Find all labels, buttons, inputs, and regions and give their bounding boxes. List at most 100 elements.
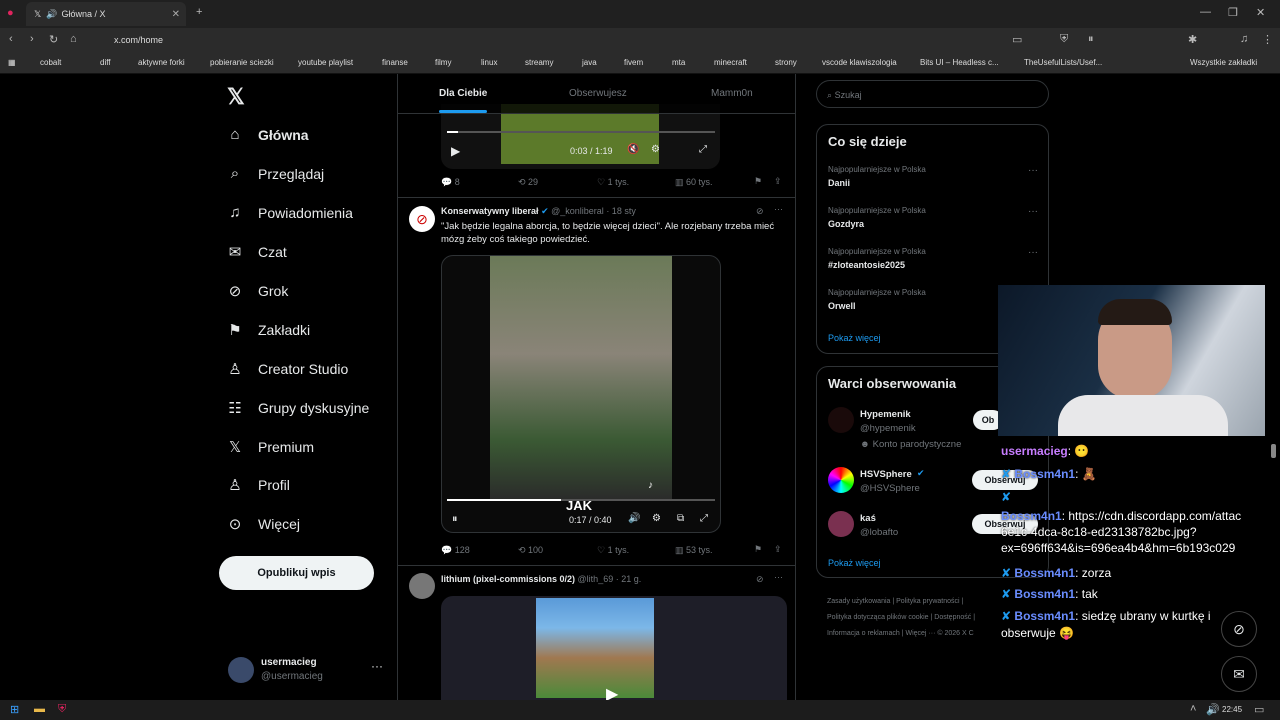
show-more-link[interactable]: Pokaż więcej [828,558,881,568]
tab-following[interactable]: Obserwujesz [569,88,627,99]
more-icon[interactable]: ··· [774,572,783,582]
windows-start-icon[interactable]: ⊞ [10,703,19,716]
browser-taskbar-icon[interactable]: ⛨ [58,703,66,716]
maximize-icon[interactable]: ❐ [1228,6,1238,19]
bookmark-item[interactable]: vscode klawiszologia [822,58,897,67]
avatar[interactable] [409,573,435,599]
video-player[interactable]: JAK ♪ ⏸ 0:17 / 0:40 🔊 ⚙ ⧉ ⤢ [441,255,721,533]
notifications-tray-icon[interactable]: ▭ [1254,703,1264,716]
nav-more[interactable]: ⊙ Więcej [226,515,300,533]
grok-icon[interactable]: ⊘ [756,574,764,585]
settings-icon[interactable]: ⚙ [652,513,661,524]
avatar[interactable]: ⊘ [409,206,435,232]
shield-icon[interactable]: ⛨ [1060,33,1068,46]
close-tab-icon[interactable]: ✕ [172,9,180,20]
bookmark-item[interactable]: filmy [435,58,451,67]
search-input[interactable]: ⌕ Szukaj [816,80,1049,108]
menu-icon[interactable]: ⋮ [1262,33,1273,46]
grok-icon[interactable]: ⊘ [756,206,764,217]
repost-button[interactable]: ⟲ 29 [518,177,538,188]
expand-icon[interactable]: ⤢ [699,144,707,155]
bookmark-icon[interactable]: ⚑ [754,544,762,555]
url-field[interactable]: x.com/home [88,31,1088,49]
bookmark-item[interactable]: fivem [624,58,643,67]
progress-bar[interactable] [447,131,715,133]
tab-for-you[interactable]: Dla Ciebie [439,88,487,99]
extension-icon[interactable]: ▭ [1012,33,1022,46]
more-icon[interactable]: ··· [774,204,783,214]
x-logo[interactable]: 𝕏 [227,84,245,110]
pause-icon[interactable]: ⏸ [1088,33,1094,46]
reload-icon[interactable]: ↻ [49,33,58,46]
play-icon[interactable]: ▶ [606,684,618,700]
volume-tray-icon[interactable]: 🔊 [1206,703,1220,716]
bookmark-item[interactable]: finanse [382,58,408,67]
footer-link[interactable]: Polityka dotycząca plików cookie [827,614,929,621]
post-button[interactable]: Opublikuj wpis [219,556,374,590]
share-icon[interactable]: ⇪ [774,544,782,555]
account-switcher[interactable]: usermacieg @usermacieg ··· [226,655,386,687]
bookmark-item[interactable]: youtube playlist [298,58,353,67]
bookmark-item[interactable]: streamy [525,58,553,67]
expand-icon[interactable]: ⤢ [700,513,708,524]
nav-profile[interactable]: ♙ Profil [226,476,290,494]
bookmark-item[interactable]: pobieranie sciezki [210,58,274,67]
apps-icon[interactable]: ▦ [8,58,16,67]
bookmark-item[interactable]: linux [481,58,497,67]
mute-icon[interactable]: 🔇 [627,144,639,155]
playlist-icon[interactable]: ♫ [1240,33,1248,45]
author-handle[interactable]: @_konliberal [551,206,604,216]
bookmark-item[interactable]: diff [100,58,111,67]
views-count[interactable]: ▥ 60 tys. [675,177,713,188]
nav-home[interactable]: ⌂ Główna [226,126,308,143]
file-explorer-icon[interactable]: ▬ [34,703,45,715]
reply-button[interactable]: 💬 8 [441,177,460,188]
like-button[interactable]: ♡ 1 tys. [597,177,629,188]
scrollbar[interactable] [1271,444,1276,458]
browser-tab[interactable]: 𝕏 🔊 Główna / X ✕ [26,2,186,26]
bookmark-item[interactable]: TheUsefulLists/Usef... [1024,58,1102,67]
bookmark-item[interactable]: Bits UI – Headless c... [920,58,999,67]
messages-fab[interactable]: ✉ [1221,656,1257,692]
footer-link[interactable]: Zasady użytkowania [827,598,890,605]
more-icon[interactable]: ··· [1028,247,1038,258]
progress-bar[interactable] [447,499,715,501]
like-button[interactable]: ♡ 1 tys. [597,545,629,556]
nav-communities[interactable]: ☷ Grupy dyskusyjne [226,399,369,417]
share-icon[interactable]: ⇪ [774,176,782,187]
tray-chevron-icon[interactable]: ˄ [1190,703,1196,715]
all-bookmarks[interactable]: Wszystkie zakładki [1190,58,1257,67]
bookmark-page-icon[interactable]: ⌂ [70,33,77,45]
forward-icon[interactable]: › [30,33,34,45]
more-icon[interactable]: ··· [1028,165,1038,176]
nav-notifications[interactable]: ♫ Powiadomienia [226,204,353,221]
pause-icon[interactable]: ⏸ [452,513,458,526]
footer-link[interactable]: Więcej ··· [905,630,935,637]
bookmark-icon[interactable]: ⚑ [754,176,762,187]
close-window-icon[interactable]: ✕ [1256,6,1265,19]
nav-premium[interactable]: 𝕏 Premium [226,438,314,456]
views-count[interactable]: ▥ 53 tys. [675,545,713,556]
nav-grok[interactable]: ⊘ Grok [226,282,289,300]
bookmark-item[interactable]: cobalt [40,58,61,67]
clock[interactable]: 22:45 [1222,705,1242,714]
footer-link[interactable]: Polityka prywatności [896,598,959,605]
minimize-icon[interactable]: — [1200,6,1211,18]
bookmark-item[interactable]: strony [775,58,797,67]
browser-logo-icon[interactable]: ● [7,7,14,19]
pip-icon[interactable]: ⧉ [677,513,684,524]
new-tab-icon[interactable]: + [196,6,202,18]
show-more-link[interactable]: Pokaż więcej [828,333,881,343]
nav-creator-studio[interactable]: ♙ Creator Studio [226,360,348,378]
nav-explore[interactable]: ⌕ Przeglądaj [226,165,324,182]
bookmark-item[interactable]: mta [672,58,685,67]
back-icon[interactable]: ‹ [9,33,13,45]
repost-button[interactable]: ⟲ 100 [518,545,543,556]
author-handle[interactable]: @lith_69 [578,574,614,584]
reply-button[interactable]: 💬 128 [441,545,470,556]
footer-link[interactable]: Informacja o reklamach [827,630,900,637]
grok-fab[interactable]: ⊘ [1221,611,1257,647]
puzzle-icon[interactable]: ✱ [1188,33,1197,46]
nav-chat[interactable]: ✉ Czat [226,243,287,261]
footer-link[interactable]: Dostępność [934,614,971,621]
